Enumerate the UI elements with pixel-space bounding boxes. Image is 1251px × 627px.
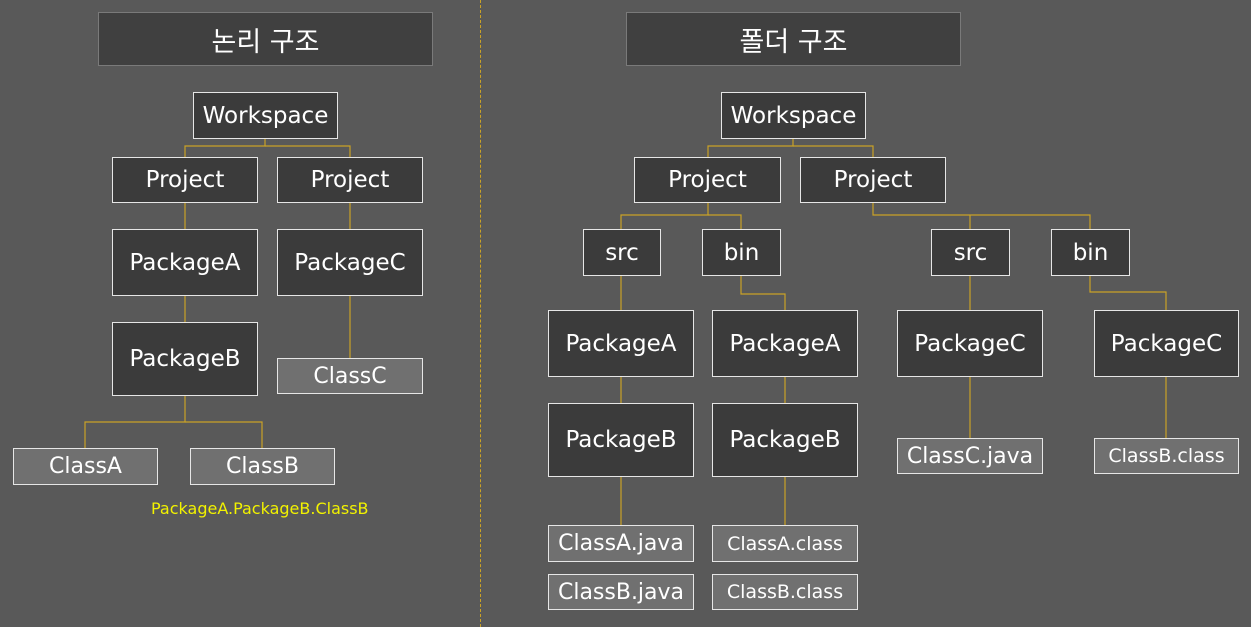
folder-bin2-package-c: PackageC [1094, 310, 1239, 377]
folder-project-1: Project [634, 157, 781, 203]
logical-class-a: ClassA [13, 448, 158, 485]
logical-structure-header: 논리 구조 [98, 12, 433, 66]
logical-package-c: PackageC [277, 229, 423, 296]
folder-project-2: Project [800, 157, 946, 203]
folder-src-2: src [931, 229, 1010, 276]
folder-src-package-b: PackageB [548, 403, 694, 477]
logical-class-c: ClassC [277, 358, 423, 394]
logical-workspace: Workspace [193, 92, 338, 139]
folder-class-a-java: ClassA.java [548, 525, 694, 562]
folder-bin-package-a: PackageA [712, 310, 858, 377]
logical-class-b: ClassB [190, 448, 335, 485]
folder-bin-package-b: PackageB [712, 403, 858, 477]
folder-structure-header: 폴더 구조 [626, 12, 961, 66]
logical-project-2: Project [277, 157, 423, 203]
folder-bin-1: bin [702, 229, 781, 276]
folder-class-c-java: ClassC.java [897, 438, 1043, 474]
logical-project-1: Project [112, 157, 258, 203]
folder-src-package-a: PackageA [548, 310, 694, 377]
folder-src-1: src [583, 229, 661, 276]
logical-package-b: PackageB [112, 322, 258, 396]
qualified-class-name: PackageA.PackageB.ClassB [151, 499, 369, 518]
folder-class-b-java: ClassB.java [548, 574, 694, 610]
logical-package-a: PackageA [112, 229, 258, 296]
folder-workspace: Workspace [721, 92, 866, 139]
folder-bin-2: bin [1051, 229, 1130, 276]
folder-class-b-class: ClassB.class [712, 574, 858, 610]
folder-class-a-class: ClassA.class [712, 525, 858, 562]
folder-class-b-class-2: ClassB.class [1094, 438, 1239, 474]
folder-src2-package-c: PackageC [897, 310, 1043, 377]
